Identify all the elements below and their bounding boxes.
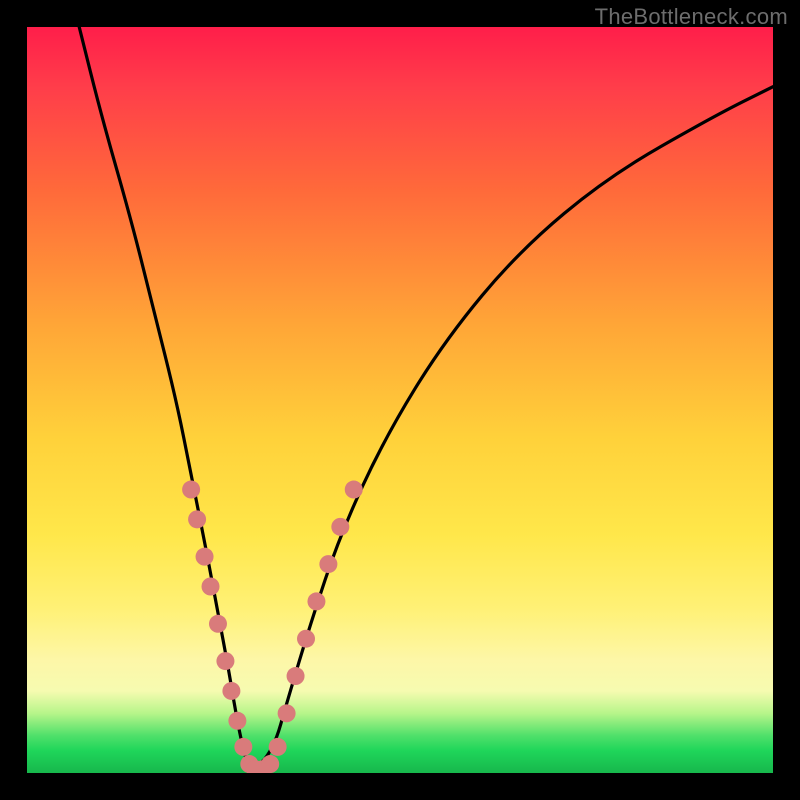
curve-layer	[27, 27, 773, 773]
highlight-dot	[209, 615, 227, 633]
highlight-dot	[319, 555, 337, 573]
highlight-dot	[222, 682, 240, 700]
highlight-dot	[307, 592, 325, 610]
highlight-dot	[287, 667, 305, 685]
highlight-dot	[188, 510, 206, 528]
highlight-dot	[216, 652, 234, 670]
highlight-dot	[228, 712, 246, 730]
plot-area	[27, 27, 773, 773]
highlight-dot	[234, 738, 252, 756]
highlight-dot	[278, 704, 296, 722]
highlight-dot	[297, 630, 315, 648]
highlight-dot	[196, 548, 214, 566]
highlight-dots-group	[182, 481, 363, 773]
highlight-dot	[182, 481, 200, 499]
highlight-dot	[261, 755, 279, 773]
highlight-dot	[331, 518, 349, 536]
highlight-dot	[345, 481, 363, 499]
bottleneck-curve	[79, 27, 773, 767]
watermark-text: TheBottleneck.com	[595, 4, 788, 30]
highlight-dot	[202, 578, 220, 596]
chart-frame: TheBottleneck.com	[0, 0, 800, 800]
highlight-dot	[269, 738, 287, 756]
